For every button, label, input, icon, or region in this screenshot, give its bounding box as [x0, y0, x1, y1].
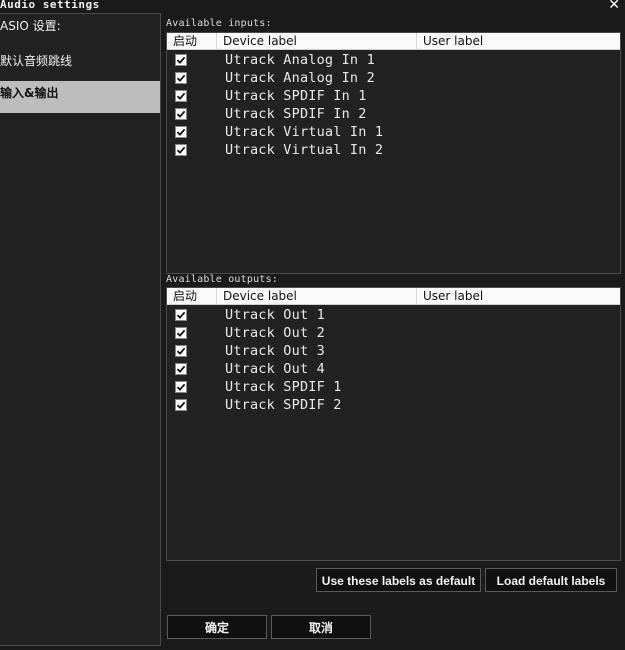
user-label-field[interactable] — [423, 105, 613, 123]
column-header-enable[interactable]: 启动 — [167, 288, 217, 304]
outputs-section-label: Available outputs: — [166, 274, 278, 285]
table-row[interactable]: Utrack SPDIF In 1 — [167, 87, 620, 105]
device-label: Utrack Out 3 — [225, 343, 325, 359]
check-icon — [176, 347, 186, 355]
device-label: Utrack Out 2 — [225, 325, 325, 341]
device-label: Utrack SPDIF In 2 — [225, 106, 367, 122]
enable-checkbox[interactable] — [175, 345, 187, 357]
user-label-field[interactable] — [423, 396, 613, 414]
check-icon — [176, 146, 186, 154]
user-label-field[interactable] — [423, 69, 613, 87]
check-icon — [176, 329, 186, 337]
check-icon — [176, 128, 186, 136]
sidebar: ASIO 设置: 默认音频跳线 输入&输出 — [0, 13, 161, 646]
user-label-field[interactable] — [423, 378, 613, 396]
enable-checkbox[interactable] — [175, 54, 187, 66]
table-row[interactable]: Utrack Out 1 — [167, 306, 620, 324]
enable-checkbox[interactable] — [175, 108, 187, 120]
window-title: Audio settings — [0, 0, 100, 11]
sidebar-item-label: 输入&输出 — [0, 86, 59, 100]
outputs-table-header: 启动 Device label User label — [167, 288, 620, 305]
check-icon — [176, 401, 186, 409]
enable-checkbox[interactable] — [175, 72, 187, 84]
device-label: Utrack Out 1 — [225, 307, 325, 323]
table-row[interactable]: Utrack SPDIF 1 — [167, 378, 620, 396]
table-row[interactable]: Utrack Analog In 1 — [167, 51, 620, 69]
cancel-button[interactable]: 取消 — [271, 615, 371, 639]
device-label: Utrack Analog In 1 — [225, 52, 375, 68]
check-icon — [176, 74, 186, 82]
enable-checkbox[interactable] — [175, 363, 187, 375]
user-label-field[interactable] — [423, 342, 613, 360]
sidebar-item-default-routing[interactable]: 默认音频跳线 — [0, 49, 160, 81]
check-icon — [176, 56, 186, 64]
user-label-field[interactable] — [423, 87, 613, 105]
check-icon — [176, 365, 186, 373]
column-header-device-label[interactable]: Device label — [217, 33, 417, 49]
table-row[interactable]: Utrack Out 4 — [167, 360, 620, 378]
user-label-field[interactable] — [423, 306, 613, 324]
table-row[interactable]: Utrack Out 2 — [167, 324, 620, 342]
sidebar-item-label: ASIO 设置: — [0, 19, 61, 33]
device-label: Utrack SPDIF In 1 — [225, 88, 367, 104]
column-header-user-label[interactable]: User label — [417, 33, 620, 49]
column-header-enable[interactable]: 启动 — [167, 33, 217, 49]
device-label: Utrack SPDIF 1 — [225, 379, 342, 395]
enable-checkbox[interactable] — [175, 144, 187, 156]
user-label-field[interactable] — [423, 51, 613, 69]
check-icon — [176, 383, 186, 391]
title-bar: Audio settings ✕ — [0, 0, 625, 13]
device-label: Utrack Analog In 2 — [225, 70, 375, 86]
table-row[interactable]: Utrack Out 3 — [167, 342, 620, 360]
inputs-table-header: 启动 Device label User label — [167, 33, 620, 50]
device-label: Utrack Virtual In 1 — [225, 124, 384, 140]
table-row[interactable]: Utrack Analog In 2 — [167, 69, 620, 87]
inputs-table: 启动 Device label User label Utrack Analog… — [166, 32, 621, 274]
user-label-field[interactable] — [423, 123, 613, 141]
sidebar-item-asio-settings[interactable]: ASIO 设置: — [0, 14, 160, 46]
sidebar-item-label: 默认音频跳线 — [0, 54, 73, 68]
device-label: Utrack Out 4 — [225, 361, 325, 377]
enable-checkbox[interactable] — [175, 327, 187, 339]
check-icon — [176, 311, 186, 319]
table-row[interactable]: Utrack SPDIF 2 — [167, 396, 620, 414]
use-labels-as-default-button[interactable]: Use these labels as default — [316, 568, 481, 592]
column-header-device-label[interactable]: Device label — [217, 288, 417, 304]
device-label: Utrack SPDIF 2 — [225, 397, 342, 413]
sidebar-item-input-output[interactable]: 输入&输出 — [0, 81, 160, 113]
enable-checkbox[interactable] — [175, 399, 187, 411]
check-icon — [176, 92, 186, 100]
table-row[interactable]: Utrack Virtual In 2 — [167, 141, 620, 159]
inputs-section-label: Available inputs: — [166, 18, 272, 29]
enable-checkbox[interactable] — [175, 309, 187, 321]
enable-checkbox[interactable] — [175, 90, 187, 102]
column-header-user-label[interactable]: User label — [417, 288, 620, 304]
table-row[interactable]: Utrack Virtual In 1 — [167, 123, 620, 141]
outputs-table: 启动 Device label User label Utrack Out 1 U… — [166, 287, 621, 561]
enable-checkbox[interactable] — [175, 126, 187, 138]
device-label: Utrack Virtual In 2 — [225, 142, 384, 158]
ok-button[interactable]: 确定 — [167, 615, 267, 639]
check-icon — [176, 110, 186, 118]
load-default-labels-button[interactable]: Load default labels — [485, 568, 617, 592]
enable-checkbox[interactable] — [175, 381, 187, 393]
close-icon[interactable]: ✕ — [608, 0, 620, 13]
user-label-field[interactable] — [423, 324, 613, 342]
user-label-field[interactable] — [423, 141, 613, 159]
user-label-field[interactable] — [423, 360, 613, 378]
table-row[interactable]: Utrack SPDIF In 2 — [167, 105, 620, 123]
